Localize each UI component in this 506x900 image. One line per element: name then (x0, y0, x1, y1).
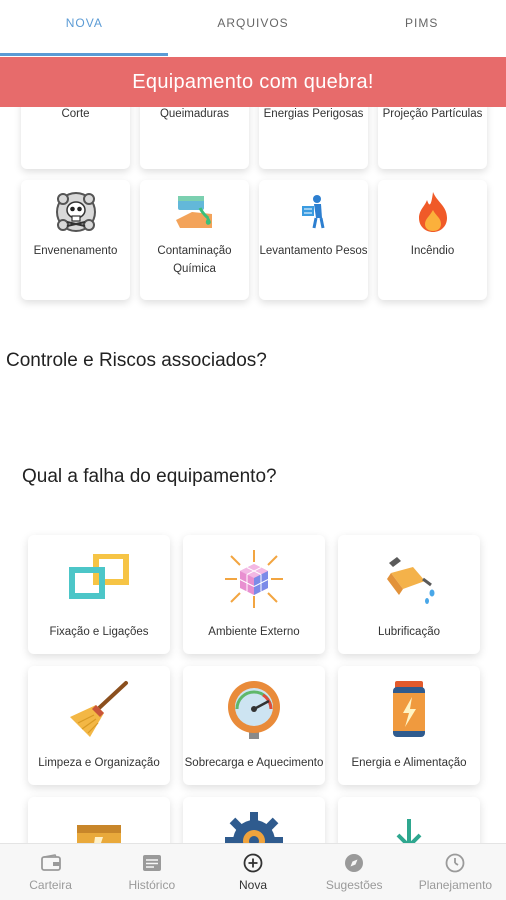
gauge-icon (222, 678, 286, 742)
breakdown-alert-banner: Equipamento com quebra! (0, 57, 506, 107)
failure-card-lubrificacao[interactable]: Lubrificação (338, 535, 480, 654)
clock-icon (444, 852, 466, 874)
broom-icon (67, 678, 131, 742)
tab-pims[interactable]: PIMS (337, 0, 506, 56)
failure-label: Ambiente Externo (208, 626, 300, 638)
failure-card-7[interactable] (28, 797, 170, 843)
tab-arquivos[interactable]: ARQUIVOS (169, 0, 338, 56)
nav-label: Sugestões (325, 878, 383, 892)
failure-card-8[interactable] (183, 797, 325, 843)
add-circle-icon (242, 852, 264, 874)
failure-card-sobrecarga[interactable]: Sobrecarga e Aquecimento (183, 666, 325, 785)
risk-label: Projeção Partículas (382, 108, 483, 120)
failure-card-9[interactable] (338, 797, 480, 843)
nav-label: Nova (239, 878, 268, 892)
wallet-icon (40, 852, 62, 874)
nav-planejamento[interactable]: Planejamento (405, 844, 506, 900)
nav-label: Histórico (128, 878, 176, 892)
battery-icon (377, 678, 441, 742)
bottom-navigation: Carteira Histórico Nova Sugestões Planej… (0, 843, 506, 900)
risk-card-corte[interactable]: Corte (21, 107, 130, 169)
risk-label: Corte (61, 108, 90, 120)
risk-card-queimaduras[interactable]: Queimaduras (140, 107, 249, 169)
risk-label: Envenenamento (33, 245, 118, 257)
form-content[interactable]: Corte Queimaduras Energias Perigosas Pro… (0, 107, 506, 843)
risk-label: Queimaduras (159, 108, 230, 120)
skull-icon (52, 188, 100, 236)
cube-arrows-icon (222, 547, 286, 611)
controls-question: Controle e Riscos associados? (6, 350, 267, 371)
failure-label: Lubrificação (377, 626, 440, 638)
risk-label: Incêndio (410, 245, 455, 257)
active-tab-indicator (0, 53, 168, 56)
history-icon (141, 852, 163, 874)
oil-can-icon (377, 547, 441, 611)
risk-card-contaminacao-quimica[interactable]: Contaminação Química (140, 180, 249, 300)
compass-icon (343, 852, 365, 874)
risk-label: Contaminação Química (157, 245, 232, 275)
failure-question: Qual a falha do equipamento? (22, 466, 277, 487)
risk-card-levantamento-pesos[interactable]: Levantamento Pesos (259, 180, 368, 300)
failure-label: Sobrecarga e Aquecimento (184, 757, 324, 769)
risk-label: Levantamento Pesos (259, 245, 368, 257)
failure-card-ambiente-externo[interactable]: Ambiente Externo (183, 535, 325, 654)
risk-card-projecao-particulas[interactable]: Projeção Partículas (378, 107, 487, 169)
risk-card-incendio[interactable]: Incêndio (378, 180, 487, 300)
nav-historico[interactable]: Histórico (101, 844, 202, 900)
top-tab-bar: NOVA ARQUIVOS PIMS (0, 0, 506, 56)
nav-sugestoes[interactable]: Sugestões (304, 844, 405, 900)
tab-nova[interactable]: NOVA (0, 0, 169, 56)
failure-grid: Fixação e Ligações Ambiente Externo Lubr… (28, 535, 480, 843)
risk-label: Energias Perigosas (263, 108, 364, 120)
link-squares-icon (67, 547, 131, 611)
nav-carteira[interactable]: Carteira (0, 844, 101, 900)
risk-grid-row-1: Corte Queimaduras Energias Perigosas Pro… (21, 107, 487, 169)
failure-card-energia[interactable]: Energia e Alimentação (338, 666, 480, 785)
failure-label: Limpeza e Organização (38, 757, 160, 769)
box-icon (67, 809, 131, 843)
failure-card-limpeza[interactable]: Limpeza e Organização (28, 666, 170, 785)
failure-card-fixacao[interactable]: Fixação e Ligações (28, 535, 170, 654)
failure-label: Fixação e Ligações (49, 626, 149, 638)
failure-label: Energia e Alimentação (351, 757, 467, 769)
nav-label: Planejamento (418, 878, 493, 892)
lifting-icon (290, 188, 338, 236)
risk-grid-row-2: Envenenamento Contaminação Química Levan… (21, 180, 487, 300)
fire-icon (409, 188, 457, 236)
risk-card-energias-perigosas[interactable]: Energias Perigosas (259, 107, 368, 169)
risk-card-envenenamento[interactable]: Envenenamento (21, 180, 130, 300)
nav-label: Carteira (29, 878, 72, 892)
gear-icon (222, 809, 286, 843)
nav-nova[interactable]: Nova (202, 844, 303, 900)
download-icon (377, 809, 441, 843)
chemical-icon (171, 188, 219, 236)
